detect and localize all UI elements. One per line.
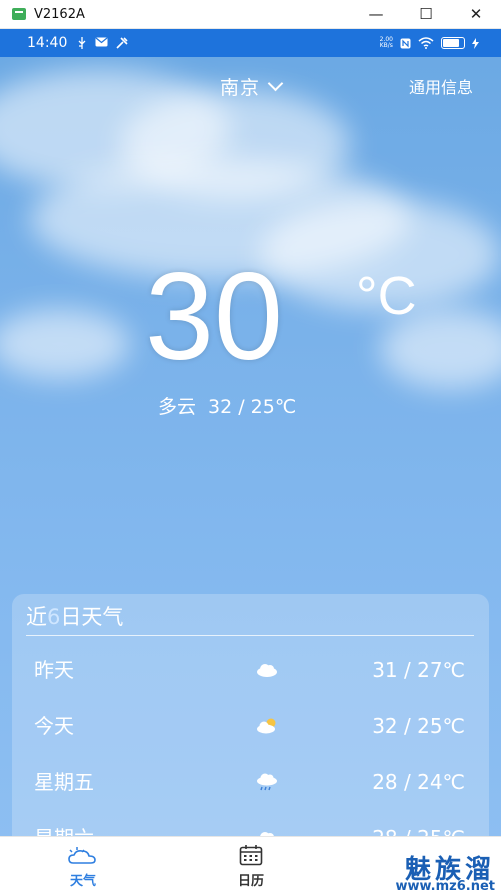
- general-info-link[interactable]: 通用信息: [409, 74, 473, 98]
- chevron-down-icon: [267, 75, 284, 92]
- forecast-day: 星期五: [34, 770, 94, 794]
- forecast-title-suffix: 日天气: [60, 605, 124, 629]
- forecast-temp: 31 / 27℃: [372, 658, 465, 682]
- tools-icon: [116, 37, 128, 49]
- app-icon: [12, 8, 26, 20]
- weather-icon: [68, 847, 96, 864]
- forecast-temp: 32 / 25℃: [372, 714, 465, 738]
- forecast-row: 昨天 31 / 27℃: [12, 642, 489, 698]
- partly-sunny-icon: [257, 718, 276, 734]
- network-speed-unit: KB/s: [379, 42, 393, 49]
- phone-screen: 14:40 2.00 KB/s 南京 通用信息 30 °C 多云 32 / 25℃: [0, 29, 501, 895]
- forecast-day: 今天: [34, 714, 74, 738]
- mail-icon: [95, 37, 108, 47]
- forecast-temp: 28 / 24℃: [372, 770, 465, 794]
- status-bar: 14:40 2.00 KB/s: [0, 29, 501, 57]
- window-titlebar: V2162A — ☐ ✕: [0, 0, 501, 29]
- charging-icon: [472, 37, 479, 49]
- current-condition: 多云 32 / 25℃: [158, 392, 296, 419]
- divider: [26, 635, 474, 636]
- nfc-icon: [400, 38, 411, 48]
- forecast-title: 近6日天气: [26, 601, 123, 631]
- forecast-day: 昨天: [34, 658, 74, 682]
- forecast-row: 今天 32 / 25℃: [12, 698, 489, 754]
- city-name: 南京: [219, 77, 260, 99]
- window-title: V2162A: [34, 6, 85, 22]
- network-speed: 2.00 KB/s: [380, 37, 393, 49]
- status-time: 14:40: [27, 35, 68, 51]
- close-button[interactable]: ✕: [451, 0, 501, 28]
- forecast-title-prefix: 近: [26, 605, 47, 629]
- minimize-button[interactable]: —: [351, 0, 401, 28]
- forecast-row: 星期五 28 / 24℃: [12, 754, 489, 810]
- condition-text: 多云: [158, 396, 197, 418]
- cloud-decoration: [0, 309, 130, 379]
- tab-calendar[interactable]: 日历: [221, 843, 281, 889]
- wifi-icon: [418, 37, 434, 49]
- tab-weather[interactable]: 天气: [53, 843, 113, 889]
- current-temperature: 30: [145, 248, 283, 386]
- usb-icon: [78, 37, 86, 49]
- temperature-unit: °C: [356, 266, 417, 326]
- status-right-icons: 2.00 KB/s: [380, 29, 479, 57]
- rain-icon: [257, 773, 277, 791]
- temperature-range: 32 / 25℃: [208, 396, 297, 418]
- cloud-icon: [257, 664, 277, 677]
- battery-icon: [441, 37, 465, 49]
- window-controls: — ☐ ✕: [351, 0, 501, 28]
- calendar-icon: [239, 845, 263, 866]
- watermark-url: www.mz6.net: [395, 879, 495, 894]
- forecast-title-count: 6: [47, 605, 61, 629]
- status-notification-icons: [77, 37, 128, 49]
- tab-label: 日历: [237, 874, 264, 889]
- maximize-button[interactable]: ☐: [401, 0, 451, 28]
- tab-label: 天气: [69, 874, 96, 889]
